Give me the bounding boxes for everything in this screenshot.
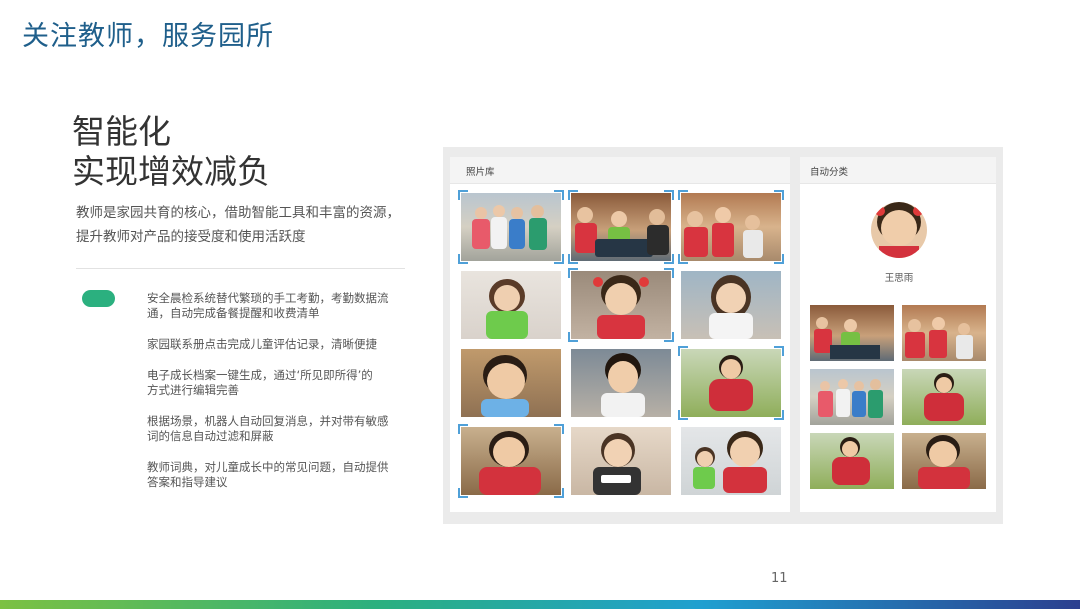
- feature-item: 家园联系册点击完成儿童评估记录，清晰便捷: [147, 337, 409, 352]
- feature-item: 电子成长档案一键生成，通过‘所见即所得’的 方式进行编辑完善: [147, 368, 409, 398]
- avatar[interactable]: [871, 202, 927, 258]
- headline: 智能化 实现增效减负: [72, 112, 270, 192]
- feature-item: 安全晨检系统替代繁琐的手工考勤，考勤数据流 通，自动完成备餐提醒和收费清单: [147, 291, 409, 321]
- feature-list: 安全晨检系统替代繁琐的手工考勤，考勤数据流 通，自动完成备餐提醒和收费清单 家园联…: [147, 291, 409, 506]
- auto-classify-panel: 自动分类 王思雨: [800, 157, 996, 512]
- photo-thumbnail[interactable]: [461, 349, 561, 417]
- feature-text: 词的信息自动过滤和屏蔽: [147, 429, 274, 443]
- photo-thumbnail[interactable]: [681, 427, 781, 495]
- feature-item: 教师词典，对儿童成长中的常见问题，自动提供 答案和指导建议: [147, 460, 409, 490]
- classified-photo[interactable]: [902, 433, 986, 489]
- intro-line2: 提升教师对产品的接受度和使用活跃度: [76, 229, 306, 245]
- photo-library-header: 照片库: [450, 157, 790, 184]
- photo-thumbnail[interactable]: [458, 424, 564, 498]
- intro-line1: 教师是家园共育的核心，借助智能工具和丰富的资源，: [76, 205, 400, 221]
- photo-library-title: 照片库: [466, 167, 495, 178]
- classified-photo[interactable]: [902, 305, 986, 361]
- photo-thumbnail[interactable]: [678, 346, 784, 420]
- photo-library-panel: 照片库: [450, 157, 790, 512]
- feature-text: 方式进行编辑完善: [147, 383, 239, 397]
- accent-badge: [82, 290, 115, 307]
- feature-item: 根据场景，机器人自动回复消息，并对带有敏感 词的信息自动过滤和屏蔽: [147, 414, 409, 444]
- app-screenshot: 照片库 自动分类 王思雨: [443, 147, 1003, 524]
- classified-photo[interactable]: [810, 433, 894, 489]
- feature-text: 安全晨检系统替代繁琐的手工考勤，考勤数据流: [147, 291, 389, 305]
- classified-photo[interactable]: [810, 305, 894, 361]
- header-title: 关注教师，服务园所: [22, 21, 274, 52]
- page-number: 11: [771, 571, 788, 586]
- section-divider: [76, 268, 405, 269]
- classified-photo[interactable]: [902, 369, 986, 425]
- auto-classify-title: 自动分类: [810, 167, 849, 178]
- feature-text: 根据场景，机器人自动回复消息，并对带有敏感: [147, 414, 389, 428]
- photo-thumbnail[interactable]: [571, 427, 671, 495]
- photo-thumbnail[interactable]: [678, 190, 784, 264]
- feature-text: 电子成长档案一键生成，通过‘所见即所得’的: [147, 368, 373, 382]
- bottom-gradient-bar: [0, 600, 1080, 609]
- photo-thumbnail[interactable]: [681, 271, 781, 339]
- feature-text: 家园联系册点击完成儿童评估记录，清晰便捷: [147, 337, 377, 351]
- classified-photo[interactable]: [810, 369, 894, 425]
- feature-text: 教师词典，对儿童成长中的常见问题，自动提供: [147, 460, 389, 474]
- photo-thumbnail[interactable]: [458, 190, 564, 264]
- headline-line2: 实现增效减负: [72, 152, 270, 191]
- photo-thumbnail[interactable]: [461, 271, 561, 339]
- intro-text: 教师是家园共育的核心，借助智能工具和丰富的资源， 提升教师对产品的接受度和使用活…: [76, 201, 416, 249]
- person-name: 王思雨: [884, 273, 914, 284]
- feature-text: 答案和指导建议: [147, 475, 228, 489]
- photo-thumbnail[interactable]: [571, 349, 671, 417]
- headline-line1: 智能化: [72, 112, 171, 151]
- feature-text: 通，自动完成备餐提醒和收费清单: [147, 306, 320, 320]
- auto-classify-header: 自动分类: [800, 157, 996, 184]
- photo-thumbnail[interactable]: [568, 190, 674, 264]
- photo-thumbnail[interactable]: [568, 268, 674, 342]
